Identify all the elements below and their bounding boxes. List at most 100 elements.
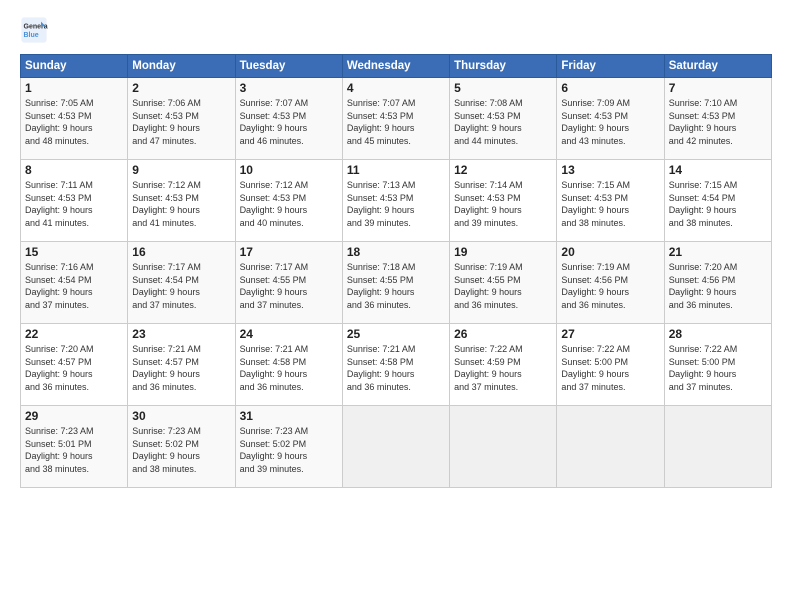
- day-info: Sunrise: 7:20 AM Sunset: 4:57 PM Dayligh…: [25, 343, 123, 393]
- calendar-cell: 7 Sunrise: 7:10 AM Sunset: 4:53 PM Daylig…: [664, 78, 771, 160]
- day-info: Sunrise: 7:07 AM Sunset: 4:53 PM Dayligh…: [240, 97, 338, 147]
- day-number: 12: [454, 163, 552, 177]
- day-number: 10: [240, 163, 338, 177]
- calendar-cell: 13 Sunrise: 7:15 AM Sunset: 4:53 PM Dayli…: [557, 160, 664, 242]
- day-info: Sunrise: 7:06 AM Sunset: 4:53 PM Dayligh…: [132, 97, 230, 147]
- day-number: 22: [25, 327, 123, 341]
- calendar-cell: 4 Sunrise: 7:07 AM Sunset: 4:53 PM Daylig…: [342, 78, 449, 160]
- calendar-cell: 21 Sunrise: 7:20 AM Sunset: 4:56 PM Dayli…: [664, 242, 771, 324]
- calendar-page: General Blue SundayMondayTuesdayWednesda…: [0, 0, 792, 612]
- day-number: 17: [240, 245, 338, 259]
- day-info: Sunrise: 7:15 AM Sunset: 4:53 PM Dayligh…: [561, 179, 659, 229]
- weekday-header-saturday: Saturday: [664, 55, 771, 78]
- day-info: Sunrise: 7:15 AM Sunset: 4:54 PM Dayligh…: [669, 179, 767, 229]
- day-number: 31: [240, 409, 338, 423]
- day-number: 23: [132, 327, 230, 341]
- day-number: 2: [132, 81, 230, 95]
- calendar-cell: 11Sunrise: 7:13 AM Sunset: 4:53 PM Dayli…: [342, 160, 449, 242]
- day-info: Sunrise: 7:22 AM Sunset: 5:00 PM Dayligh…: [561, 343, 659, 393]
- calendar-cell: 24Sunrise: 7:21 AM Sunset: 4:58 PM Dayli…: [235, 324, 342, 406]
- calendar-cell: 3 Sunrise: 7:07 AM Sunset: 4:53 PM Daylig…: [235, 78, 342, 160]
- day-info: Sunrise: 7:09 AM Sunset: 4:53 PM Dayligh…: [561, 97, 659, 147]
- calendar-cell: 2 Sunrise: 7:06 AM Sunset: 4:53 PM Daylig…: [128, 78, 235, 160]
- calendar-cell: 29 Sunrise: 7:23 AM Sunset: 5:01 PM Dayli…: [21, 406, 128, 488]
- day-number: 28: [669, 327, 767, 341]
- day-info: Sunrise: 7:17 AM Sunset: 4:55 PM Dayligh…: [240, 261, 338, 311]
- day-info: Sunrise: 7:22 AM Sunset: 4:59 PM Dayligh…: [454, 343, 552, 393]
- day-info: Sunrise: 7:23 AM Sunset: 5:01 PM Dayligh…: [25, 425, 123, 475]
- day-number: 15: [25, 245, 123, 259]
- day-info: Sunrise: 7:14 AM Sunset: 4:53 PM Dayligh…: [454, 179, 552, 229]
- calendar-cell: [557, 406, 664, 488]
- calendar-cell: 16Sunrise: 7:17 AM Sunset: 4:54 PM Dayli…: [128, 242, 235, 324]
- day-number: 16: [132, 245, 230, 259]
- calendar-cell: 14 Sunrise: 7:15 AM Sunset: 4:54 PM Dayli…: [664, 160, 771, 242]
- calendar-table: SundayMondayTuesdayWednesdayThursdayFrid…: [20, 54, 772, 488]
- calendar-cell: 17 Sunrise: 7:17 AM Sunset: 4:55 PM Dayli…: [235, 242, 342, 324]
- day-info: Sunrise: 7:18 AM Sunset: 4:55 PM Dayligh…: [347, 261, 445, 311]
- day-info: Sunrise: 7:22 AM Sunset: 5:00 PM Dayligh…: [669, 343, 767, 393]
- calendar-cell: 23 Sunrise: 7:21 AM Sunset: 4:57 PM Dayli…: [128, 324, 235, 406]
- calendar-cell: 28 Sunrise: 7:22 AM Sunset: 5:00 PM Dayli…: [664, 324, 771, 406]
- day-info: Sunrise: 7:08 AM Sunset: 4:53 PM Dayligh…: [454, 97, 552, 147]
- calendar-cell: 5 Sunrise: 7:08 AM Sunset: 4:53 PM Daylig…: [450, 78, 557, 160]
- day-info: Sunrise: 7:07 AM Sunset: 4:53 PM Dayligh…: [347, 97, 445, 147]
- calendar-week-1: 1Sunrise: 7:05 AM Sunset: 4:53 PM Daylig…: [21, 78, 772, 160]
- day-number: 24: [240, 327, 338, 341]
- day-number: 18: [347, 245, 445, 259]
- calendar-cell: 19 Sunrise: 7:19 AM Sunset: 4:55 PM Dayli…: [450, 242, 557, 324]
- day-info: Sunrise: 7:21 AM Sunset: 4:57 PM Dayligh…: [132, 343, 230, 393]
- calendar-cell: 8 Sunrise: 7:11 AM Sunset: 4:53 PM Daylig…: [21, 160, 128, 242]
- calendar-cell: 26 Sunrise: 7:22 AM Sunset: 4:59 PM Dayli…: [450, 324, 557, 406]
- svg-text:Blue: Blue: [24, 32, 39, 39]
- day-info: Sunrise: 7:11 AM Sunset: 4:53 PM Dayligh…: [25, 179, 123, 229]
- day-info: Sunrise: 7:05 AM Sunset: 4:53 PM Dayligh…: [25, 97, 123, 147]
- calendar-cell: 6 Sunrise: 7:09 AM Sunset: 4:53 PM Daylig…: [557, 78, 664, 160]
- weekday-header-sunday: Sunday: [21, 55, 128, 78]
- calendar-week-4: 22 Sunrise: 7:20 AM Sunset: 4:57 PM Dayli…: [21, 324, 772, 406]
- calendar-week-2: 8 Sunrise: 7:11 AM Sunset: 4:53 PM Daylig…: [21, 160, 772, 242]
- day-info: Sunrise: 7:23 AM Sunset: 5:02 PM Dayligh…: [132, 425, 230, 475]
- calendar-cell: 30 Sunrise: 7:23 AM Sunset: 5:02 PM Dayli…: [128, 406, 235, 488]
- calendar-cell: 1Sunrise: 7:05 AM Sunset: 4:53 PM Daylig…: [21, 78, 128, 160]
- calendar-cell: [450, 406, 557, 488]
- header: General Blue: [20, 16, 772, 44]
- day-info: Sunrise: 7:12 AM Sunset: 4:53 PM Dayligh…: [132, 179, 230, 229]
- calendar-cell: 31Sunrise: 7:23 AM Sunset: 5:02 PM Dayli…: [235, 406, 342, 488]
- calendar-cell: 25Sunrise: 7:21 AM Sunset: 4:58 PM Dayli…: [342, 324, 449, 406]
- calendar-cell: 15 Sunrise: 7:16 AM Sunset: 4:54 PM Dayli…: [21, 242, 128, 324]
- calendar-week-5: 29 Sunrise: 7:23 AM Sunset: 5:01 PM Dayli…: [21, 406, 772, 488]
- day-number: 13: [561, 163, 659, 177]
- day-number: 14: [669, 163, 767, 177]
- day-number: 6: [561, 81, 659, 95]
- day-number: 7: [669, 81, 767, 95]
- day-number: 29: [25, 409, 123, 423]
- calendar-cell: 12 Sunrise: 7:14 AM Sunset: 4:53 PM Dayli…: [450, 160, 557, 242]
- day-number: 30: [132, 409, 230, 423]
- weekday-header-thursday: Thursday: [450, 55, 557, 78]
- day-number: 20: [561, 245, 659, 259]
- day-number: 19: [454, 245, 552, 259]
- weekday-header-tuesday: Tuesday: [235, 55, 342, 78]
- weekday-header-friday: Friday: [557, 55, 664, 78]
- day-number: 8: [25, 163, 123, 177]
- calendar-cell: 10Sunrise: 7:12 AM Sunset: 4:53 PM Dayli…: [235, 160, 342, 242]
- calendar-cell: 22 Sunrise: 7:20 AM Sunset: 4:57 PM Dayli…: [21, 324, 128, 406]
- day-number: 11: [347, 163, 445, 177]
- weekday-header-row: SundayMondayTuesdayWednesdayThursdayFrid…: [21, 55, 772, 78]
- day-number: 4: [347, 81, 445, 95]
- day-info: Sunrise: 7:16 AM Sunset: 4:54 PM Dayligh…: [25, 261, 123, 311]
- calendar-week-3: 15 Sunrise: 7:16 AM Sunset: 4:54 PM Dayli…: [21, 242, 772, 324]
- weekday-header-wednesday: Wednesday: [342, 55, 449, 78]
- day-info: Sunrise: 7:19 AM Sunset: 4:55 PM Dayligh…: [454, 261, 552, 311]
- day-number: 3: [240, 81, 338, 95]
- calendar-cell: 20 Sunrise: 7:19 AM Sunset: 4:56 PM Dayli…: [557, 242, 664, 324]
- day-info: Sunrise: 7:19 AM Sunset: 4:56 PM Dayligh…: [561, 261, 659, 311]
- day-number: 26: [454, 327, 552, 341]
- calendar-cell: 27Sunrise: 7:22 AM Sunset: 5:00 PM Dayli…: [557, 324, 664, 406]
- day-info: Sunrise: 7:10 AM Sunset: 4:53 PM Dayligh…: [669, 97, 767, 147]
- day-number: 5: [454, 81, 552, 95]
- day-info: Sunrise: 7:20 AM Sunset: 4:56 PM Dayligh…: [669, 261, 767, 311]
- calendar-cell: [342, 406, 449, 488]
- day-number: 21: [669, 245, 767, 259]
